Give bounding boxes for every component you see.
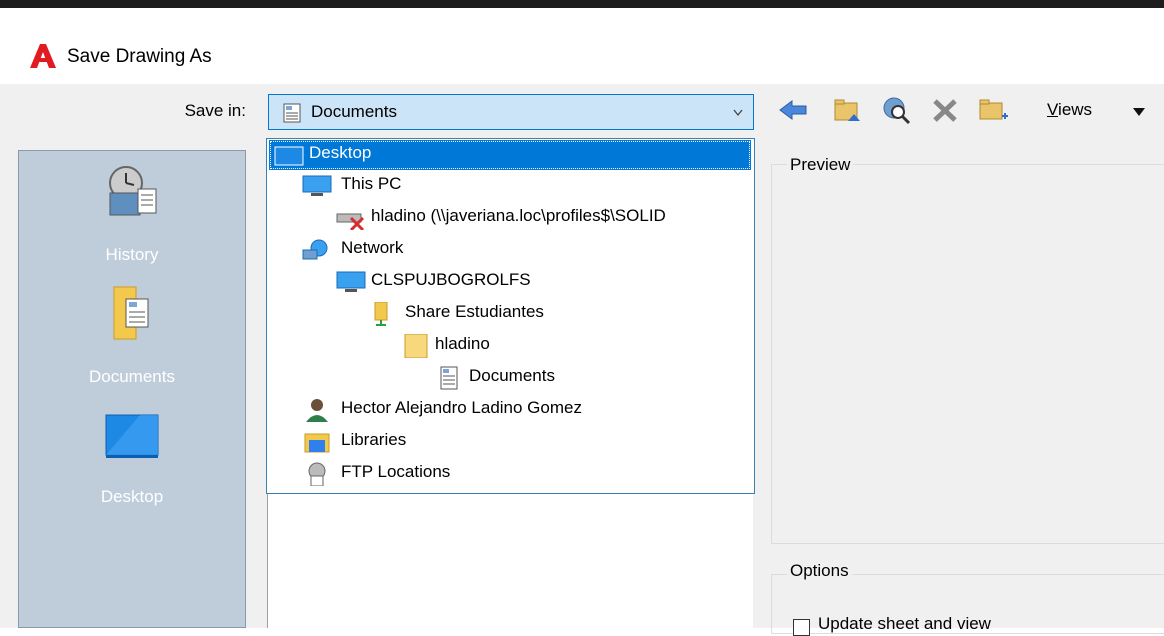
dropdown-item-documents[interactable]: Documents [437,362,717,394]
place-label-documents: Documents [89,367,175,386]
network-icon [302,239,328,260]
save-in-value: Documents [311,102,397,121]
desktop-icon [105,414,159,458]
documents-icon [283,103,301,123]
desktop-icon [274,146,304,166]
documents-icon [440,366,458,390]
dropdown-item-clspujbogrolfs[interactable]: CLSPUJBOGROLFS [335,266,735,298]
dropdown-item-label: hladino [435,334,490,353]
dropdown-item-label: Libraries [341,430,407,449]
dropdown-item-label: hladino (\\javeriana.loc\profiles$\SOLID [371,206,666,225]
views-accelerator: V [1047,100,1059,119]
update-thumbnail-label: Update sheet and view [818,614,991,633]
dropdown-item-desktop[interactable]: Desktop [269,140,751,170]
dropdown-item-label: FTP Locations [341,462,451,481]
dropdown-item-network[interactable]: Network [301,234,741,266]
dropdown-item-ftp[interactable]: FTP Locations [301,458,741,490]
dropdown-item-label: Network [341,238,404,257]
views-label: iews [1058,100,1093,119]
views-button[interactable]: Views [1047,100,1092,120]
dropdown-item-label: CLSPUJBOGROLFS [371,270,531,289]
libraries-icon [304,433,330,453]
dropdown-item-network-drive[interactable]: hladino (\\javeriana.loc\profiles$\SOLID [335,202,753,234]
search-web-icon[interactable] [880,94,914,126]
up-one-level-icon[interactable] [830,94,864,126]
dropdown-item-label: Desktop [309,143,372,162]
computer-icon [302,175,332,196]
save-in-combobox[interactable]: Documents [268,94,754,130]
options-label: Options [787,561,852,581]
folder-icon [404,334,428,358]
autocad-app-icon [30,44,56,68]
dropdown-item-libraries[interactable]: Libraries [301,426,741,458]
save-in-dropdown-list: Desktop This PC hladino (\\javeriana.loc… [266,138,755,494]
preview-label: Preview [787,155,854,175]
create-folder-icon[interactable] [976,94,1010,126]
dropdown-item-user[interactable]: Hector Alejandro Ladino Gomez [301,394,741,426]
dropdown-item-this-pc[interactable]: This PC [301,170,741,202]
title-bar: Save Drawing As [0,8,1164,84]
save-in-label: Save in: [184,101,246,120]
places-sidebar: History Documents Desktop [18,150,246,628]
window-top-edge [0,0,1164,8]
place-label-history: History [105,245,159,264]
dropdown-arrow-icon[interactable] [1133,108,1145,116]
disconnected-drive-icon [336,213,365,230]
dropdown-item-label: This PC [341,174,402,193]
preview-panel [771,164,1164,544]
dropdown-item-hladino-folder[interactable]: hladino [403,330,703,362]
dropdown-item-share-estudiantes[interactable]: Share Estudiantes [371,298,731,330]
dropdown-item-label: Documents [469,366,555,385]
back-icon[interactable] [776,94,810,126]
dropdown-item-label: Hector Alejandro Ladino Gomez [341,398,582,417]
window-title: Save Drawing As [67,46,212,67]
documents-folder-icon [113,286,149,340]
computer-icon [336,271,366,292]
ftp-icon [308,462,326,486]
history-icon [109,166,157,216]
dropdown-item-label: Share Estudiantes [405,302,544,321]
user-icon [306,399,328,422]
shared-folder-icon [374,302,388,326]
place-label-desktop: Desktop [100,487,164,506]
chevron-down-icon[interactable] [733,109,743,117]
delete-icon[interactable] [928,94,962,126]
